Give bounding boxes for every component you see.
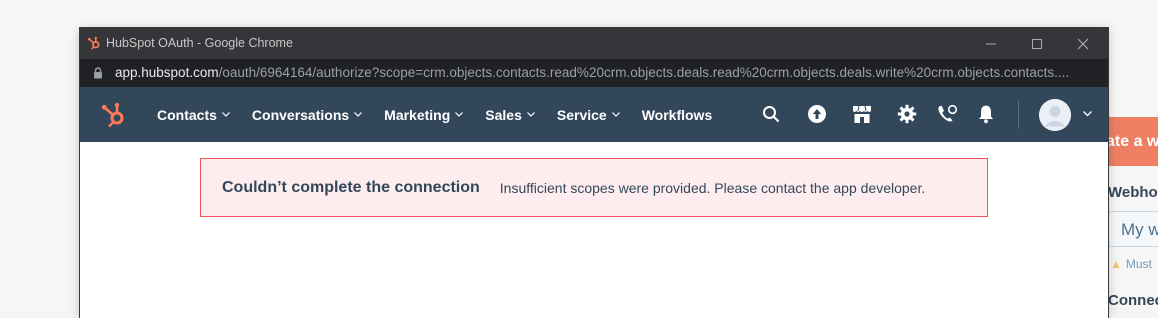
connection-section-label: Connec: [1108, 292, 1158, 309]
minimize-button[interactable]: [968, 28, 1014, 59]
account-avatar[interactable]: [1039, 99, 1071, 131]
settings-button[interactable]: [896, 103, 918, 125]
hubspot-logo-icon[interactable]: [100, 101, 128, 129]
nav-item-workflows[interactable]: Workflows: [642, 107, 713, 123]
chevron-down-icon: [221, 112, 230, 117]
settings-icon: [897, 104, 917, 124]
search-button[interactable]: [760, 103, 782, 125]
search-icon: [763, 106, 780, 123]
avatar-icon: [1039, 99, 1071, 131]
close-icon: [1077, 38, 1089, 49]
marketplace-icon: [853, 105, 871, 123]
create-webhook-button[interactable]: ate a w: [1100, 117, 1158, 166]
window-title: HubSpot OAuth - Google Chrome: [106, 36, 293, 50]
nav-item-label: Workflows: [641, 106, 713, 123]
nav-item-marketing[interactable]: Marketing: [384, 106, 464, 123]
nav-item-conversations[interactable]: Conversations: [251, 106, 363, 123]
nav-item-label: Service: [556, 106, 607, 123]
warning-text: Must: [1125, 257, 1152, 271]
notifications-icon: [979, 105, 993, 124]
maximize-icon: [1032, 38, 1042, 49]
webhook-name-input[interactable]: My w: [1108, 211, 1158, 247]
close-button[interactable]: [1060, 28, 1106, 59]
nav-divider: [1018, 101, 1019, 129]
webhook-field-label: Webhoo: [1108, 184, 1158, 201]
window-titlebar[interactable]: HubSpot OAuth - Google Chrome: [80, 28, 1108, 59]
notifications-button[interactable]: [975, 103, 997, 125]
upgrade-button[interactable]: [806, 103, 828, 125]
nav-item-contacts[interactable]: Contacts: [157, 107, 230, 123]
hubspot-top-nav: Contacts Conversations Marketing Sales S…: [80, 87, 1108, 142]
chevron-down-icon: [611, 112, 620, 117]
chevron-down-icon: [455, 112, 464, 117]
chevron-down-icon: [526, 112, 535, 117]
nav-item-label: Conversations: [251, 106, 350, 123]
url-path: /oauth/6964164/authorize?scope=crm.objec…: [218, 65, 1070, 80]
lock-icon: [94, 67, 102, 79]
alert-title: Couldn’t complete the connection: [222, 178, 480, 196]
nav-item-label: Marketing: [384, 106, 451, 123]
account-menu-chevron-icon[interactable]: [1083, 111, 1092, 117]
oauth-popup-window: HubSpot OAuth - Google Chrome app.hubspo…: [80, 28, 1108, 318]
alert-message: Insufficient scopes were provided. Pleas…: [499, 179, 926, 196]
url-text: app.hubspot.com/oauth/6964164/authorize?…: [115, 59, 1069, 87]
hubspot-favicon-icon: [87, 36, 100, 50]
warning-icon: ▲: [1110, 257, 1122, 271]
main-menu: Contacts Conversations Marketing Sales S…: [157, 87, 734, 142]
connection-error-alert: Couldn’t complete the connection Insuffi…: [200, 158, 988, 217]
maximize-button[interactable]: [1014, 28, 1060, 59]
url-host: app.hubspot.com: [115, 65, 219, 80]
chevron-down-icon: [354, 112, 363, 117]
minimize-icon: [986, 43, 996, 44]
nav-item-label: Sales: [485, 106, 522, 123]
nav-item-service[interactable]: Service: [557, 107, 620, 123]
field-warning: ▲ Must: [1110, 257, 1152, 271]
calling-icon: [938, 104, 958, 122]
nav-item-sales[interactable]: Sales: [485, 107, 535, 123]
upgrade-icon: [808, 105, 826, 123]
address-bar[interactable]: app.hubspot.com/oauth/6964164/authorize?…: [80, 59, 1108, 87]
nav-item-label: Contacts: [157, 106, 217, 123]
marketplace-button[interactable]: [851, 103, 873, 125]
calling-button[interactable]: [936, 103, 958, 125]
